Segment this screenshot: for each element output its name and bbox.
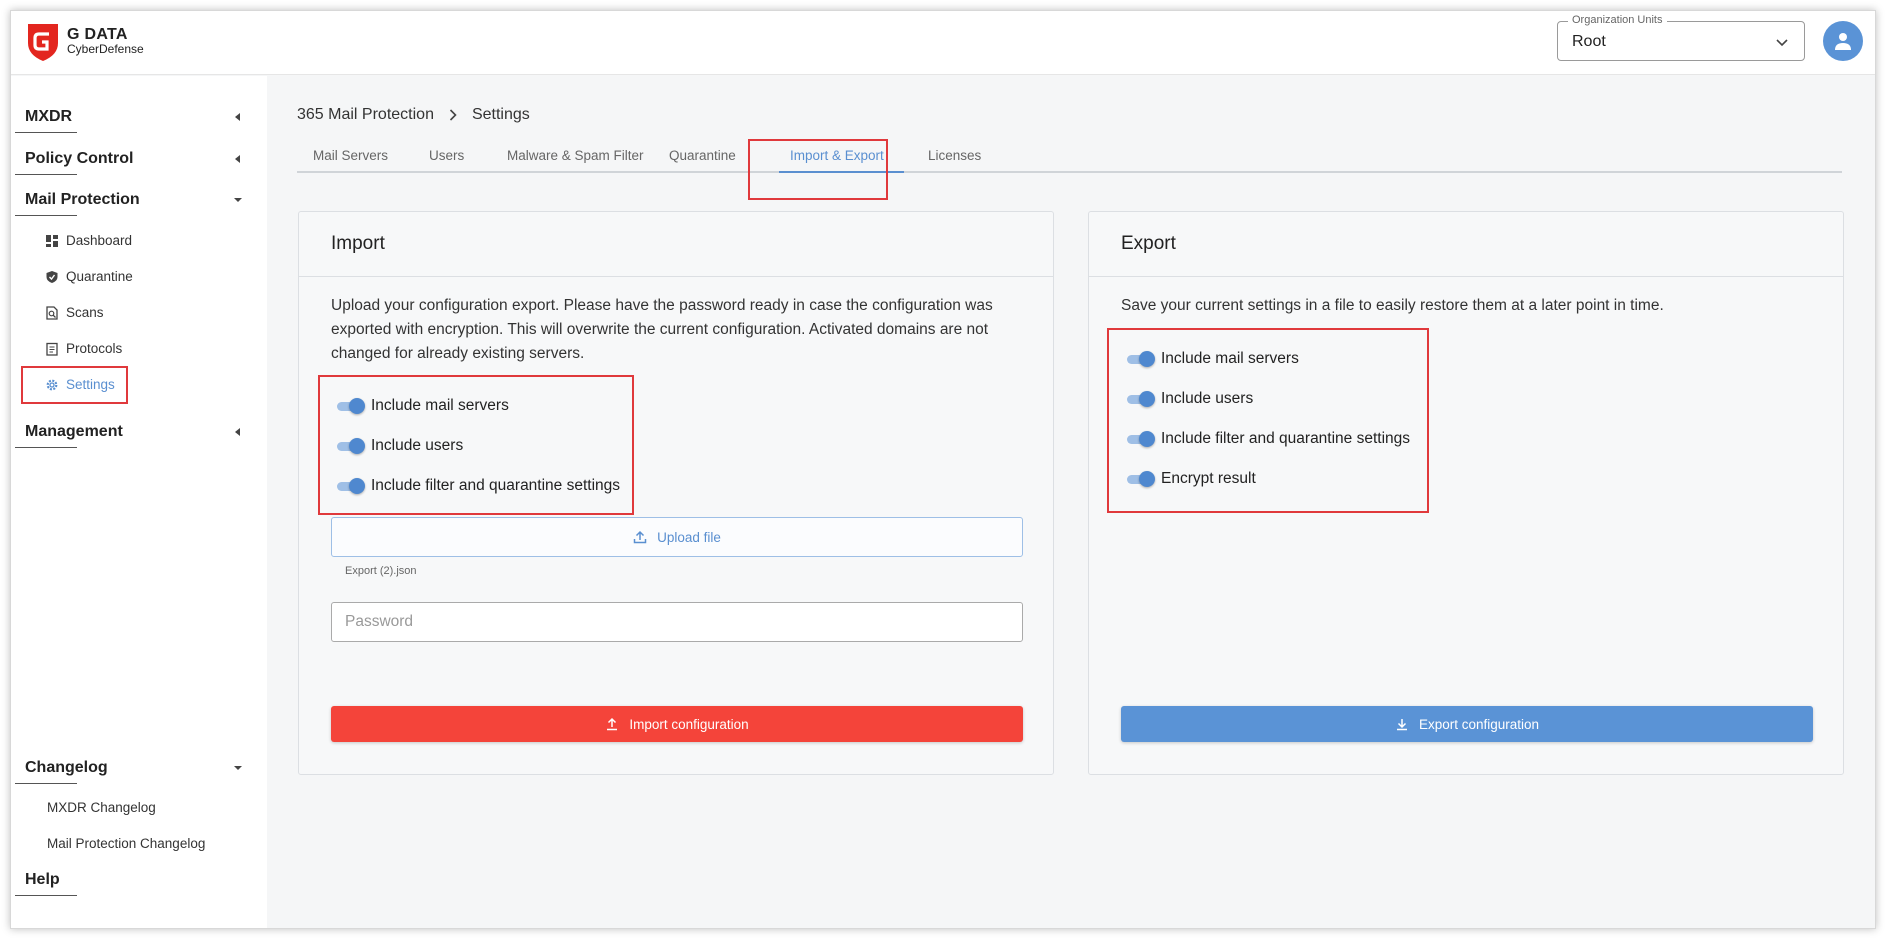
app-window: G DATA CyberDefense Organization Units R… bbox=[10, 10, 1876, 929]
organization-units-select[interactable]: Organization Units Root bbox=[1557, 14, 1805, 61]
protocol-icon bbox=[46, 342, 58, 356]
brand-subtitle: CyberDefense bbox=[67, 42, 144, 56]
active-tab-indicator bbox=[779, 171, 904, 173]
breadcrumb-current: Settings bbox=[471, 106, 530, 123]
nav-policy-control[interactable]: Policy Control bbox=[15, 150, 243, 175]
upload-file-button[interactable]: Upload file bbox=[331, 517, 1023, 557]
sidebar-item-quarantine[interactable]: Quarantine bbox=[45, 269, 133, 284]
gear-icon bbox=[46, 379, 58, 390]
nav-help[interactable]: Help bbox=[15, 871, 243, 896]
tab-malware-spam-filter[interactable]: Malware & Spam Filter bbox=[507, 148, 644, 163]
toggle-label: Include mail servers bbox=[371, 397, 509, 414]
user-avatar[interactable] bbox=[1823, 21, 1863, 61]
export-toggle-encrypt[interactable]: Encrypt result bbox=[1127, 470, 1256, 488]
sidebar-item-scans[interactable]: Scans bbox=[45, 305, 104, 320]
sidebar-item-mail-protection-changelog[interactable]: Mail Protection Changelog bbox=[47, 836, 205, 851]
toggle-switch[interactable] bbox=[337, 438, 365, 454]
tab-quarantine[interactable]: Quarantine bbox=[669, 148, 736, 163]
caret-left-icon bbox=[235, 155, 240, 163]
upload-icon bbox=[607, 717, 618, 731]
breadcrumb: 365 Mail Protection Settings bbox=[297, 106, 530, 124]
tab-licenses[interactable]: Licenses bbox=[928, 148, 981, 163]
toggle-label: Include filter and quarantine settings bbox=[1161, 430, 1411, 447]
nav-mxdr[interactable]: MXDR bbox=[15, 108, 243, 133]
nav-changelog[interactable]: Changelog bbox=[15, 759, 243, 784]
sidebar-item-label: Dashboard bbox=[66, 233, 133, 248]
caret-left-icon bbox=[235, 113, 240, 121]
import-toggle-users[interactable]: Include users bbox=[337, 437, 463, 455]
scan-icon bbox=[46, 305, 58, 320]
nav-mail-protection[interactable]: Mail Protection bbox=[15, 191, 243, 216]
import-toggle-mail-servers[interactable]: Include mail servers bbox=[337, 397, 509, 415]
nav-mail-label: Mail Protection bbox=[25, 191, 140, 208]
toggle-switch[interactable] bbox=[337, 478, 365, 494]
nav-management[interactable]: Management bbox=[15, 423, 243, 448]
import-configuration-button[interactable]: Import configuration bbox=[331, 706, 1023, 742]
export-description: Save your current settings in a file to … bbox=[1121, 297, 1664, 314]
chevron-down-icon bbox=[1776, 39, 1788, 47]
caret-down-icon bbox=[234, 766, 242, 770]
sidebar-item-label: Scans bbox=[66, 305, 104, 320]
nav-mxdr-label: MXDR bbox=[25, 108, 73, 125]
upload-label: Upload file bbox=[657, 529, 721, 545]
toggle-switch[interactable] bbox=[1127, 391, 1155, 407]
toggle-label: Include mail servers bbox=[1161, 350, 1299, 367]
import-description: Upload your configuration export. Please… bbox=[331, 297, 993, 362]
upload-icon bbox=[633, 530, 647, 544]
export-title: Export bbox=[1121, 233, 1176, 254]
export-card: Export Save your current settings in a f… bbox=[1088, 211, 1844, 775]
breadcrumb-root[interactable]: 365 Mail Protection bbox=[297, 106, 434, 124]
nav-policy-label: Policy Control bbox=[25, 150, 134, 167]
toggle-switch[interactable] bbox=[1127, 431, 1155, 447]
toggle-switch[interactable] bbox=[1127, 471, 1155, 487]
download-icon bbox=[1396, 719, 1407, 731]
shield-icon bbox=[46, 270, 58, 283]
tab-import-export[interactable]: Import & Export bbox=[790, 148, 884, 163]
gdata-shield-icon bbox=[28, 24, 58, 61]
export-button-label: Export configuration bbox=[1418, 716, 1540, 732]
org-value: Root bbox=[1572, 33, 1606, 50]
import-title: Import bbox=[331, 233, 385, 254]
export-configuration-button[interactable]: Export configuration bbox=[1121, 706, 1813, 742]
tab-mail-servers[interactable]: Mail Servers bbox=[313, 148, 388, 163]
sidebar-item-dashboard[interactable]: Dashboard bbox=[45, 233, 132, 248]
sidebar-item-label: Protocols bbox=[66, 341, 123, 356]
top-bar: G DATA CyberDefense Organization Units R… bbox=[11, 11, 1875, 75]
sidebar-item-label: Quarantine bbox=[66, 269, 133, 284]
nav-management-label: Management bbox=[25, 423, 123, 440]
toggle-switch[interactable] bbox=[337, 398, 365, 414]
user-icon bbox=[1835, 33, 1851, 50]
settings-tabs: Mail Servers Users Malware & Spam Filter… bbox=[297, 140, 1842, 173]
main-content: 365 Mail Protection Settings Mail Server… bbox=[267, 76, 1875, 928]
nav-help-label: Help bbox=[25, 871, 60, 888]
export-toggle-users[interactable]: Include users bbox=[1127, 390, 1253, 408]
import-toggle-filter-quarantine[interactable]: Include filter and quarantine settings bbox=[337, 477, 620, 495]
toggle-label: Include users bbox=[371, 437, 464, 454]
import-card: Import Upload your configuration export.… bbox=[298, 211, 1054, 775]
tab-users[interactable]: Users bbox=[429, 148, 464, 163]
caret-left-icon bbox=[235, 428, 240, 436]
sidebar-item-settings[interactable]: Settings bbox=[45, 377, 115, 392]
brand-name: G DATA bbox=[67, 26, 128, 43]
sidebar-item-label: Settings bbox=[66, 377, 115, 392]
selected-filename: Export (2).json bbox=[345, 565, 417, 577]
chevron-right-icon bbox=[449, 109, 457, 121]
toggle-label: Include filter and quarantine settings bbox=[371, 477, 621, 494]
export-toggle-filter-quarantine[interactable]: Include filter and quarantine settings bbox=[1127, 430, 1410, 448]
toggle-label: Include users bbox=[1161, 390, 1254, 407]
gdata-logo[interactable]: G DATA CyberDefense bbox=[25, 21, 144, 63]
sidebar-item-protocols[interactable]: Protocols bbox=[45, 341, 122, 356]
toggle-label: Encrypt result bbox=[1161, 470, 1256, 487]
caret-down-icon bbox=[234, 198, 242, 202]
password-input[interactable] bbox=[331, 602, 1023, 642]
org-label: Organization Units bbox=[1568, 14, 1667, 26]
toggle-switch[interactable] bbox=[1127, 351, 1155, 367]
sidebar-item-mxdr-changelog[interactable]: MXDR Changelog bbox=[47, 800, 156, 815]
export-toggle-mail-servers[interactable]: Include mail servers bbox=[1127, 350, 1299, 368]
nav-changelog-label: Changelog bbox=[25, 759, 108, 776]
sidebar: MXDR Policy Control Mail Protection Dash… bbox=[11, 76, 267, 928]
dashboard-icon bbox=[46, 234, 58, 247]
import-button-label: Import configuration bbox=[629, 716, 749, 732]
